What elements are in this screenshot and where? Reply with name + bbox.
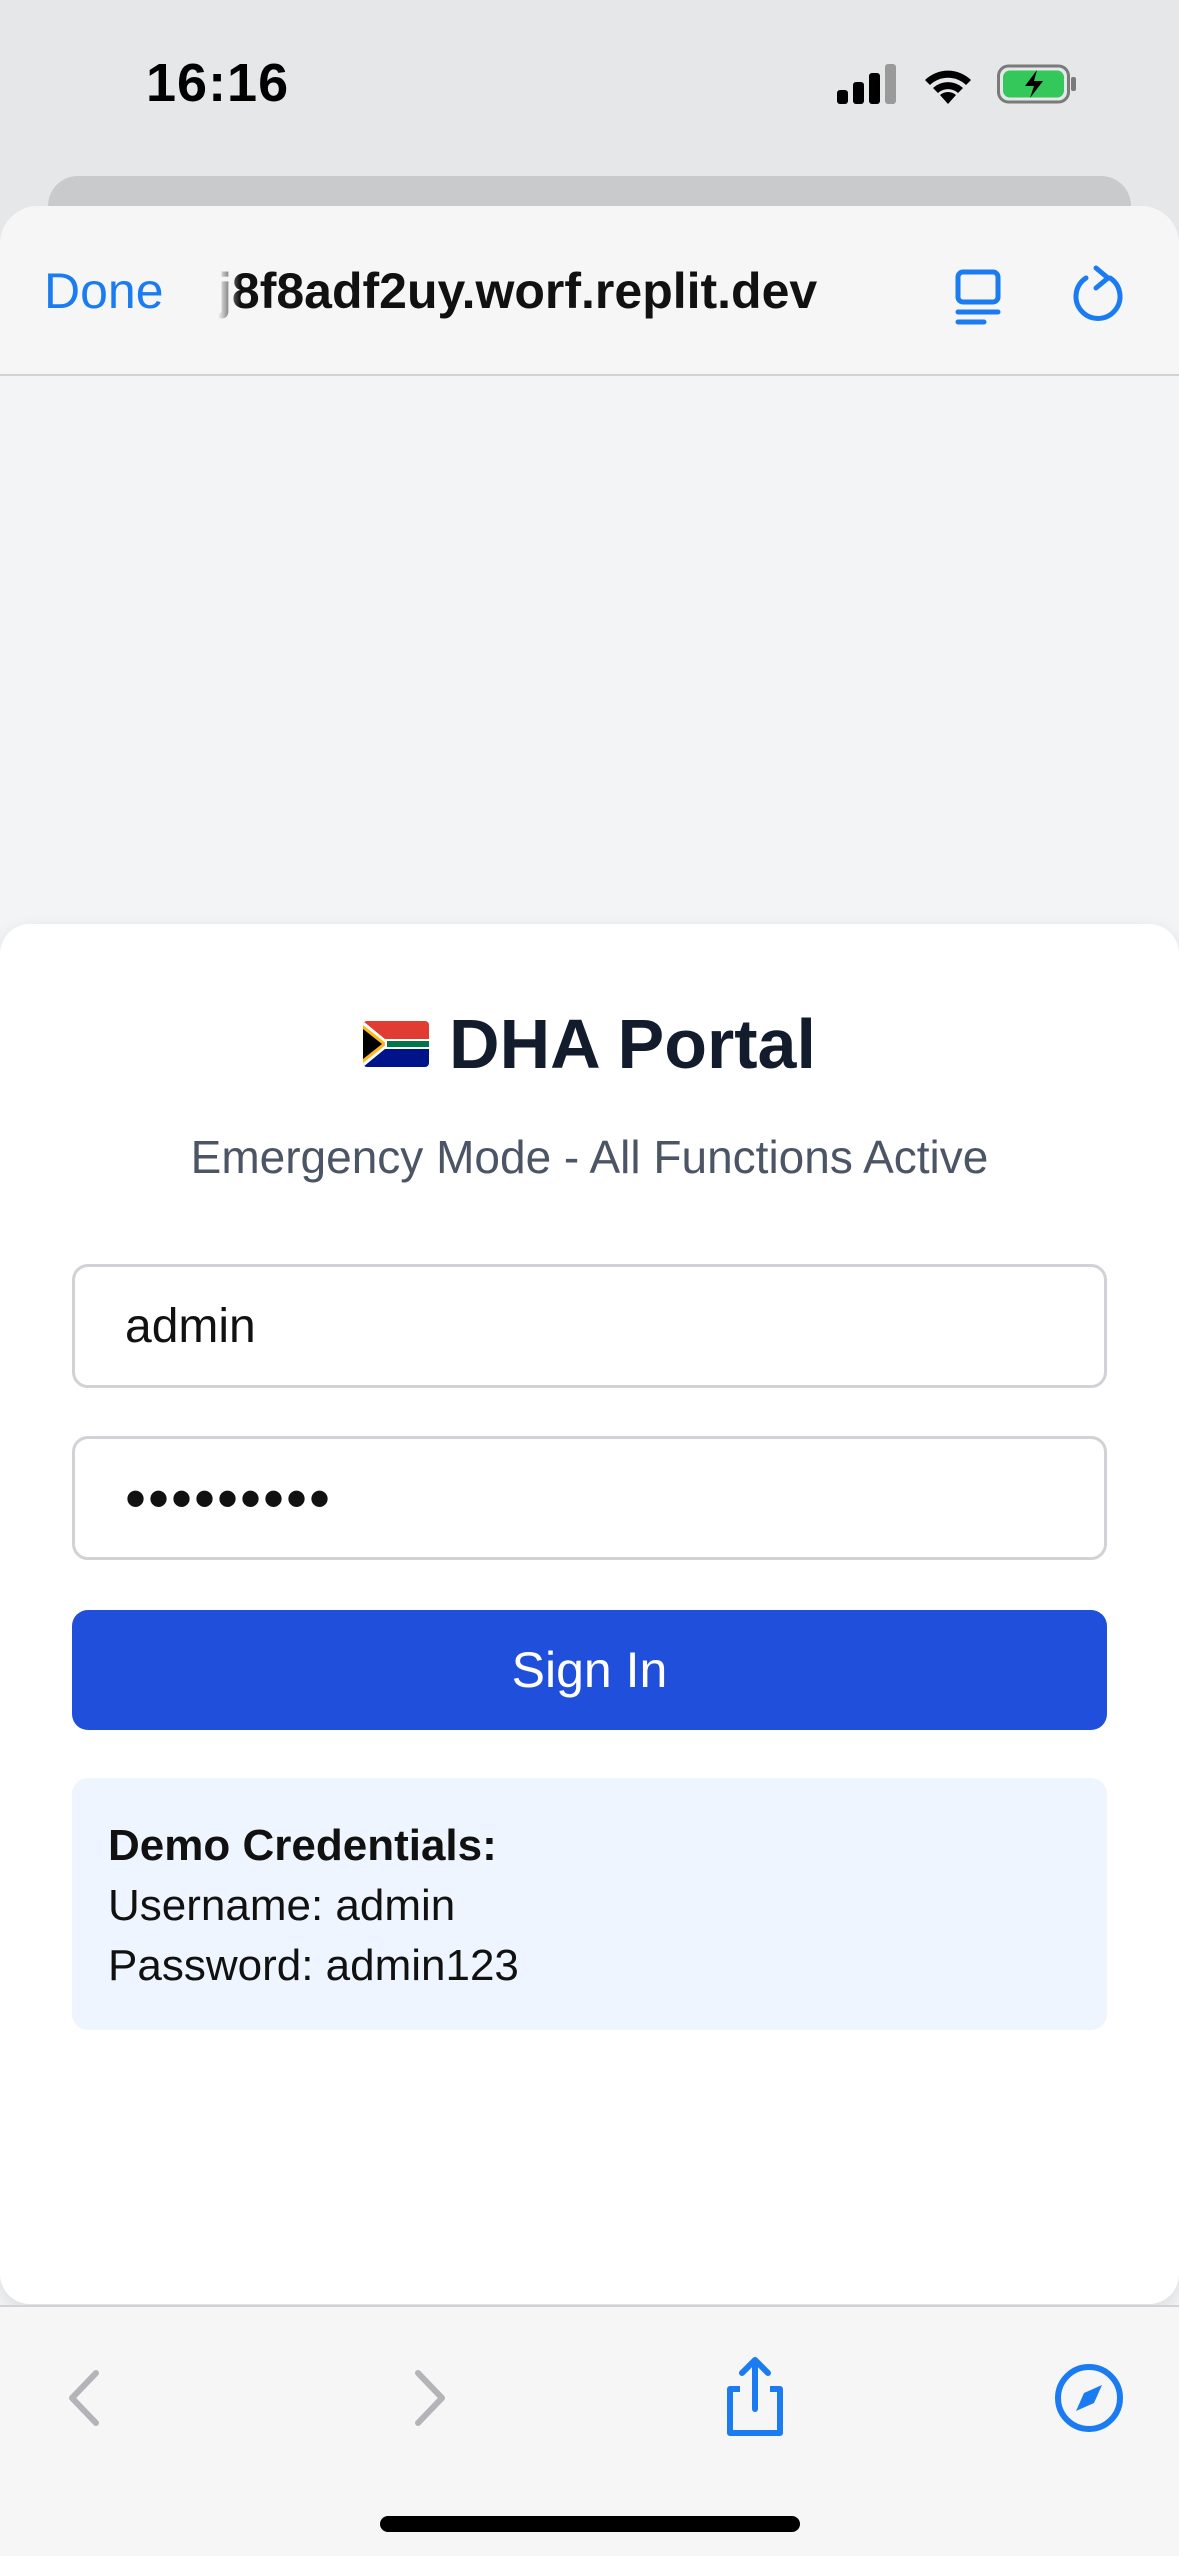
browser-nav-bar: Done j8f8adf2uy.worf.replit.dev	[0, 206, 1179, 376]
demo-credentials-heading: Demo Credentials:	[108, 1821, 497, 1870]
demo-credentials-box: Demo Credentials: Username: admin Passwo…	[72, 1778, 1107, 2030]
south-africa-flag-icon	[363, 1021, 430, 1067]
web-page: DHA Portal Emergency Mode - All Function…	[0, 376, 1179, 2311]
home-indicator	[380, 2516, 800, 2532]
reload-icon[interactable]	[1066, 264, 1130, 328]
title-row: DHA Portal	[0, 1004, 1179, 1084]
password-input[interactable]: •••••••••	[72, 1436, 1107, 1560]
battery-charging-icon	[997, 64, 1076, 104]
username-input[interactable]: admin	[72, 1264, 1107, 1388]
sign-in-button[interactable]: Sign In	[72, 1610, 1107, 1730]
demo-username-line: Username: admin	[108, 1881, 456, 1930]
forward-icon[interactable]	[382, 2353, 472, 2443]
done-button[interactable]: Done	[44, 262, 164, 320]
page-title: DHA Portal	[449, 1005, 816, 1083]
share-icon[interactable]	[710, 2353, 800, 2443]
status-icons	[837, 64, 1079, 104]
wifi-icon	[925, 70, 971, 104]
browser-sheet: Done j8f8adf2uy.worf.replit.dev DHA Port…	[0, 206, 1179, 2556]
status-time: 16:16	[146, 53, 290, 113]
status-bar: 16:16	[0, 0, 1179, 175]
url-display[interactable]: j8f8adf2uy.worf.replit.dev	[218, 262, 918, 320]
login-card: DHA Portal Emergency Mode - All Function…	[0, 924, 1179, 2304]
signal-icon	[837, 64, 896, 104]
reader-icon[interactable]	[950, 264, 1014, 328]
back-icon[interactable]	[42, 2353, 132, 2443]
page-subtitle: Emergency Mode - All Functions Active	[190, 1131, 989, 1183]
compass-icon[interactable]	[1044, 2353, 1134, 2443]
demo-password-line: Password: admin123	[108, 1941, 519, 1990]
